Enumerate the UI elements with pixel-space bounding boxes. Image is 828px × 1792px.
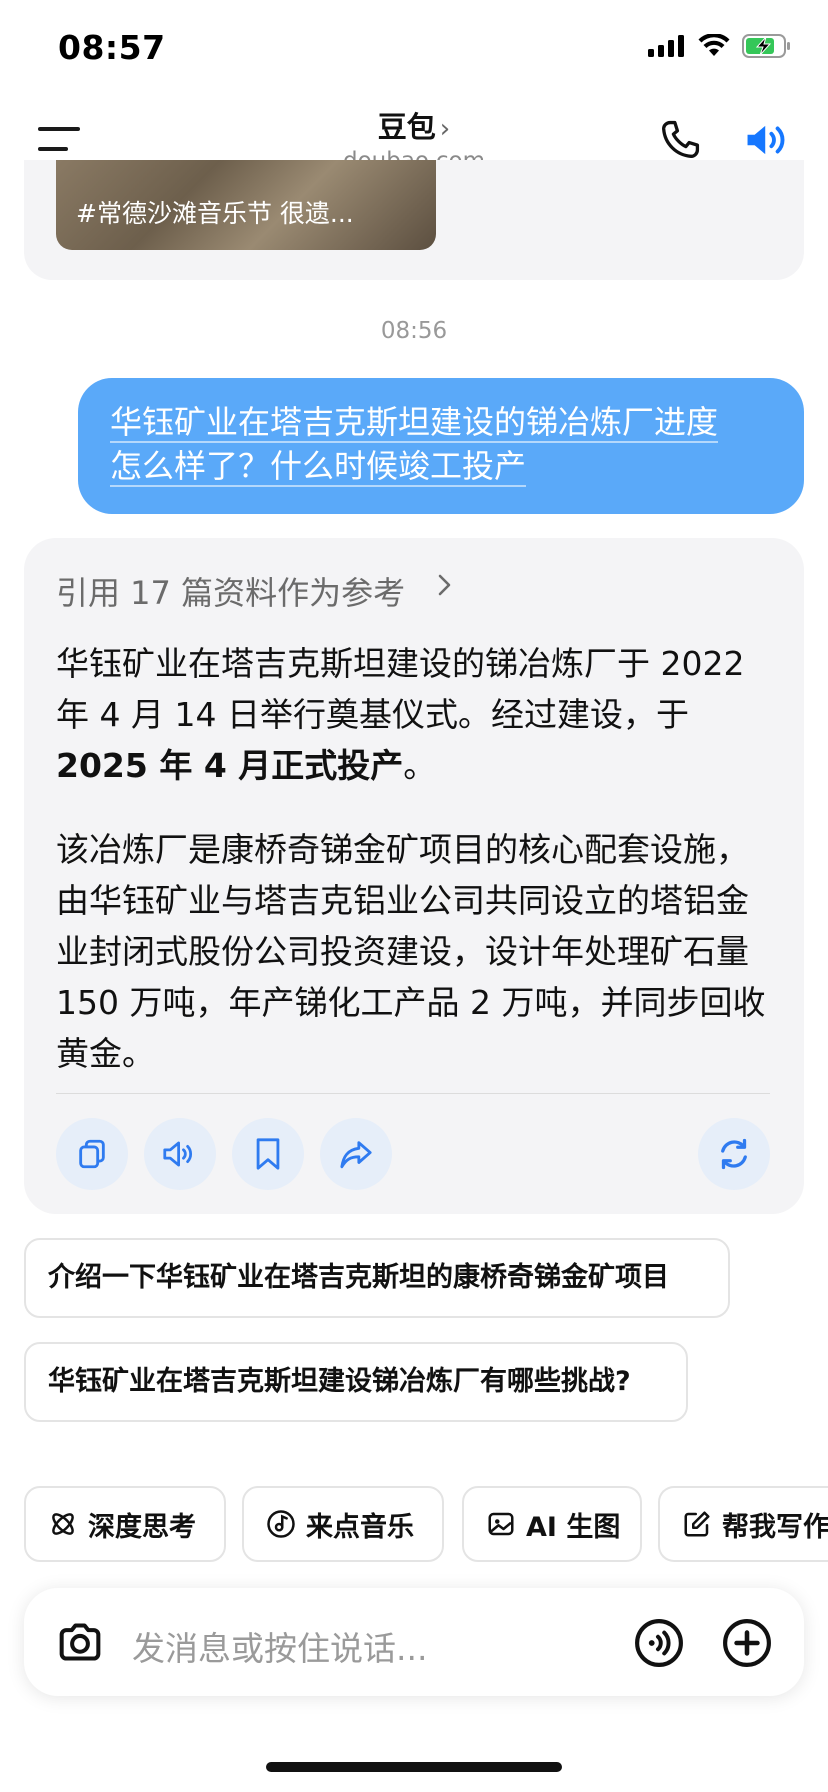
voice-icon[interactable]: [634, 1618, 684, 1668]
tool-write[interactable]: 帮我写作: [658, 1486, 828, 1562]
bookmark-icon: [256, 1138, 280, 1170]
answer-paragraph-2: 该冶炼厂是康桥奇锑金矿项目的核心配套设施，由华钰矿业与塔吉克铝业公司共同设立的塔…: [56, 830, 766, 1073]
bookmark-button[interactable]: [232, 1118, 304, 1190]
message-timestamp: 08:56: [380, 318, 448, 344]
music-icon: [267, 1510, 295, 1538]
tool-music[interactable]: 来点音乐: [242, 1486, 444, 1562]
chevron-right-icon: ›: [439, 114, 451, 144]
home-indicator: [266, 1762, 562, 1772]
thumbnail-caption: #常德沙滩音乐节 很遗...: [76, 199, 354, 228]
regenerate-icon: [721, 1138, 747, 1170]
status-icons: [648, 34, 792, 58]
copy-icon: [79, 1139, 105, 1169]
answer-paragraph-1: 华钰矿业在塔吉克斯坦建设的锑冶炼厂于 2022 年 4 月 14 日举行奠基仪式…: [56, 638, 776, 791]
tool-ai-image[interactable]: AI 生图: [462, 1486, 642, 1562]
divider: [56, 1093, 770, 1094]
references-link[interactable]: 引用 17 篇资料作为参考: [56, 568, 405, 614]
chevron-right-icon: [438, 574, 451, 596]
bot-name: 豆包: [377, 110, 436, 144]
share-button[interactable]: [320, 1118, 392, 1190]
share-icon: [340, 1141, 372, 1169]
status-time: 08:57: [58, 28, 166, 67]
write-icon: [684, 1511, 710, 1537]
read-aloud-icon: [163, 1141, 192, 1167]
add-icon[interactable]: [722, 1618, 772, 1668]
answer-text-end: 。: [403, 746, 437, 785]
tool-deep-think[interactable]: 深度思考: [24, 1486, 226, 1562]
deep-think-icon: [52, 1513, 74, 1535]
tool-label: 帮我写作: [722, 1511, 828, 1543]
tool-label: 深度思考: [88, 1511, 196, 1543]
signal-icon: [648, 35, 684, 57]
phone-icon[interactable]: [658, 118, 702, 162]
answer-bold-text: 2025 年 4 月正式投产: [56, 746, 404, 785]
suggestion-chip-2[interactable]: 华钰矿业在塔吉克斯坦建设锑冶炼厂有哪些挑战?: [24, 1342, 688, 1422]
user-message-text: 华钰矿业在塔吉克斯坦建设的锑冶炼厂进度 怎么样了？什么时候竣工投产: [110, 400, 780, 488]
speaker-icon[interactable]: [744, 118, 790, 162]
user-message-line2: 怎么样了？什么时候竣工投产: [110, 447, 527, 487]
tool-label: 来点音乐: [306, 1511, 414, 1543]
tool-label: AI 生图: [526, 1511, 621, 1543]
read-aloud-button[interactable]: [144, 1118, 216, 1190]
battery-charging-icon: [742, 34, 790, 58]
image-icon: [488, 1512, 514, 1536]
wifi-icon: [698, 34, 730, 56]
chat-title[interactable]: 豆包 ›: [0, 104, 828, 146]
copy-button[interactable]: [56, 1118, 128, 1190]
regenerate-button[interactable]: [698, 1118, 770, 1190]
suggestion-chip-1[interactable]: 介绍一下华钰矿业在塔吉克斯坦的康桥奇锑金矿项目: [24, 1238, 730, 1318]
message-input[interactable]: 发消息或按住说话...: [132, 1622, 427, 1670]
user-message-line1: 华钰矿业在塔吉克斯坦建设的锑冶炼厂进度: [110, 403, 719, 443]
answer-text: 华钰矿业在塔吉克斯坦建设的锑冶炼厂于 2022 年 4 月 14 日举行奠基仪式…: [56, 644, 745, 734]
camera-icon[interactable]: [56, 1620, 104, 1664]
